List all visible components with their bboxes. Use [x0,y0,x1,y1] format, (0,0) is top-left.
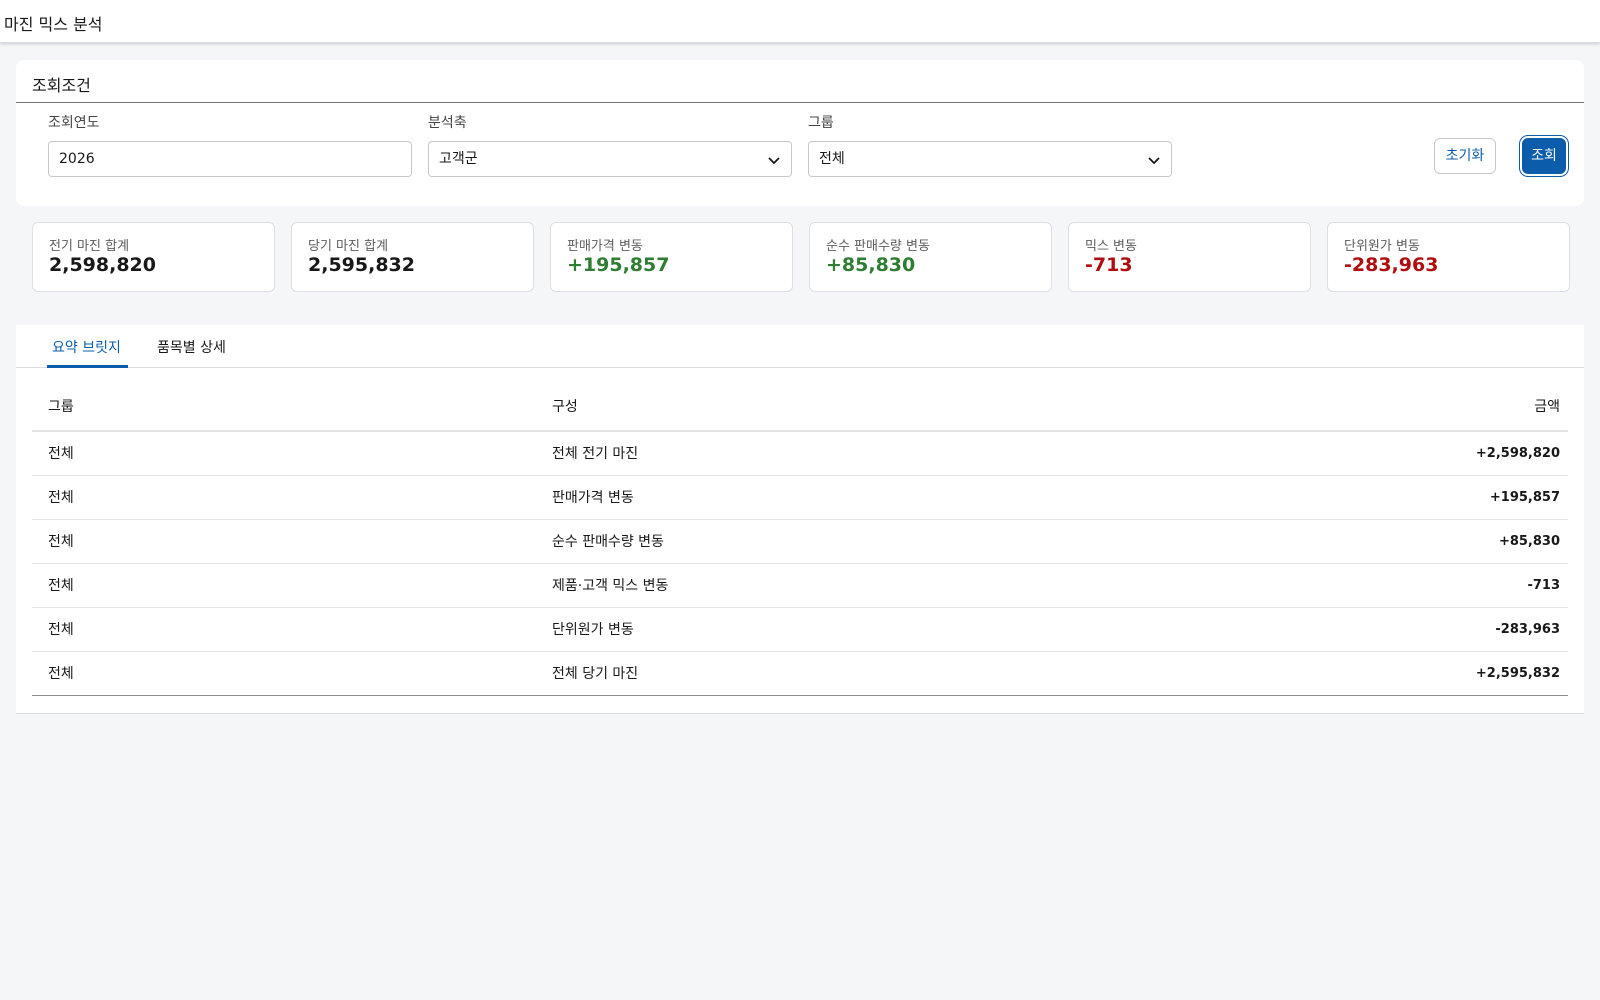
kpi-card-unit-cost-change: 단위원가 변동 -283,963 [1327,222,1570,292]
axis-select[interactable]: 고객군 [428,141,792,177]
bridge-table: 그룹 구성 금액 전체 전체 전기 마진 +2,598,820 전체 판매가격 … [32,384,1568,696]
kpi-card-current-margin: 당기 마진 합계 2,595,832 [291,222,534,292]
header-group[interactable]: 그룹 [48,384,74,430]
cell-component: 판매가격 변동 [552,490,634,506]
reset-button[interactable]: 초기화 [1434,138,1496,174]
group-select-value: 전체 [819,151,845,167]
axis-label: 분석축 [428,115,467,131]
tab-item-detail[interactable]: 품목별 상세 [157,337,226,357]
cell-amount: +2,595,832 [1475,666,1560,681]
cell-group: 전체 [48,666,74,682]
table-row[interactable]: 전체 전체 당기 마진 +2,595,832 [32,652,1568,696]
kpi-value: -713 [1085,254,1133,276]
tab-summary-bridge[interactable]: 요약 브릿지 [52,337,121,357]
kpi-card-price-change: 판매가격 변동 +195,857 [550,222,793,292]
kpi-card-volume-change: 순수 판매수량 변동 +85,830 [809,222,1052,292]
kpi-label: 전기 마진 합계 [49,239,130,254]
kpi-label: 당기 마진 합계 [308,239,389,254]
kpi-card-prior-margin: 전기 마진 합계 2,598,820 [32,222,275,292]
app-header: 마진 믹스 분석 [0,0,1600,43]
active-tab-indicator [47,365,128,368]
cell-group: 전체 [48,490,74,506]
kpi-label: 순수 판매수량 변동 [826,239,930,254]
cell-group: 전체 [48,622,74,638]
cell-group: 전체 [48,534,74,550]
table-row[interactable]: 전체 제품·고객 믹스 변동 -713 [32,564,1568,608]
table-header: 그룹 구성 금액 [32,384,1568,432]
header-component[interactable]: 구성 [552,384,578,430]
group-field: 그룹 전체 [808,113,1172,177]
cell-amount: +2,598,820 [1475,446,1560,461]
table-row[interactable]: 전체 단위원가 변동 -283,963 [32,608,1568,652]
card-divider [16,102,1584,103]
cell-amount: -283,963 [1495,622,1560,637]
kpi-value: 2,598,820 [49,254,156,276]
tabs-panel: 요약 브릿지 품목별 상세 그룹 구성 금액 전체 전체 전기 마진 +2,59… [16,325,1584,714]
cell-component: 제품·고객 믹스 변동 [552,578,669,594]
group-label: 그룹 [808,115,834,131]
chevron-down-icon [768,157,780,165]
cell-amount: +85,830 [1498,534,1560,549]
table-row[interactable]: 전체 판매가격 변동 +195,857 [32,476,1568,520]
cell-amount: +195,857 [1489,490,1560,505]
year-label: 조회연도 [48,115,100,131]
cell-component: 순수 판매수량 변동 [552,534,664,550]
table-row[interactable]: 전체 전체 전기 마진 +2,598,820 [32,432,1568,476]
cell-component: 전체 전기 마진 [552,446,639,462]
cell-component: 전체 당기 마진 [552,666,639,682]
kpi-card-mix-change: 믹스 변동 -713 [1068,222,1311,292]
year-input-wrapper[interactable] [48,141,412,177]
header-amount[interactable]: 금액 [1534,384,1560,430]
search-button[interactable]: 조회 [1522,138,1566,174]
chevron-down-icon [1148,157,1160,165]
cell-group: 전체 [48,446,74,462]
search-card-title: 조회조건 [32,76,91,95]
kpi-value: -283,963 [1344,254,1439,276]
kpi-label: 단위원가 변동 [1344,239,1420,254]
year-field: 조회연도 [48,113,412,177]
app-title: 마진 믹스 분석 [4,15,103,34]
group-select[interactable]: 전체 [808,141,1172,177]
search-criteria-card: 조회조건 조회연도 분석축 고객군 그룹 전체 초기화 조회 [16,60,1584,206]
kpi-label: 믹스 변동 [1085,239,1137,254]
kpi-value: +195,857 [567,254,670,276]
kpi-value: +85,830 [826,254,916,276]
axis-field: 분석축 고객군 [428,113,792,177]
table-row[interactable]: 전체 순수 판매수량 변동 +85,830 [32,520,1568,564]
cell-group: 전체 [48,578,74,594]
kpi-value: 2,595,832 [308,254,415,276]
tab-bar: 요약 브릿지 품목별 상세 [16,325,1584,368]
kpi-label: 판매가격 변동 [567,239,643,254]
cell-amount: -713 [1527,578,1560,593]
axis-select-value: 고객군 [439,151,478,167]
cell-component: 단위원가 변동 [552,622,634,638]
year-input[interactable] [59,143,359,175]
